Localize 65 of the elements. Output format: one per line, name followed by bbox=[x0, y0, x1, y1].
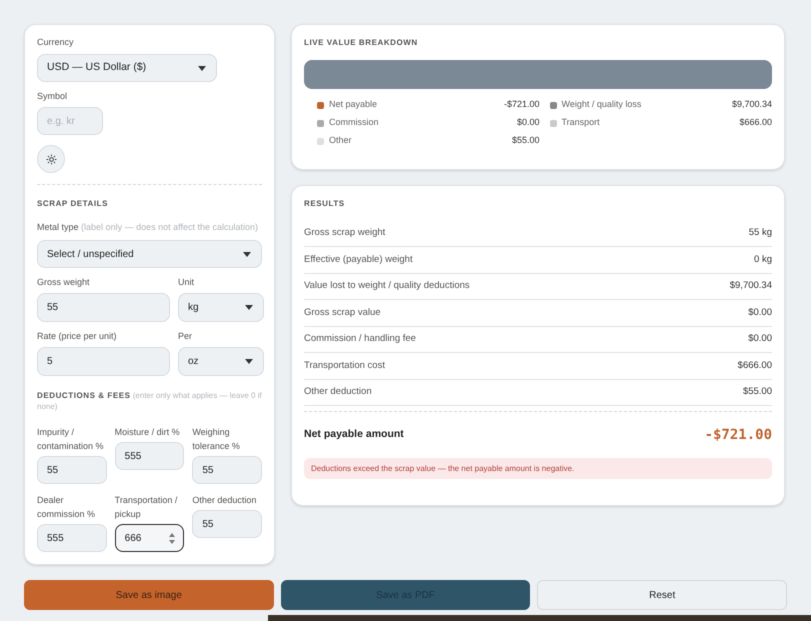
caret-icon bbox=[245, 305, 253, 310]
select-dropdown[interactable]: oz bbox=[178, 347, 264, 376]
input-field[interactable]: 555 bbox=[114, 442, 184, 470]
section-heading: LIVE VALUE BREAKDOWN bbox=[304, 37, 419, 48]
input-field[interactable]: 666 bbox=[114, 524, 184, 552]
result-label: Gross scrap value bbox=[304, 306, 381, 320]
legend-value: $666.00 bbox=[739, 116, 772, 130]
legend-label: Other bbox=[329, 134, 352, 148]
legend-value: -$721.00 bbox=[504, 98, 540, 112]
field-label: Symbol bbox=[37, 90, 68, 103]
field-label: Impurity / contamination % bbox=[37, 426, 105, 453]
result-label: Value lost to weight / quality deductions bbox=[304, 279, 470, 294]
field-label: Dealer commission % bbox=[37, 494, 96, 521]
net-payable-label: Net payable amount bbox=[304, 427, 404, 442]
field-label: Rate (price per unit) bbox=[37, 330, 118, 343]
warning-message: Deductions exceed the scrap value — the net payable amount is negative. bbox=[304, 458, 772, 479]
field-label: Unit bbox=[178, 276, 196, 289]
stepper-arrows-icon bbox=[169, 532, 176, 544]
field-label: Metal type (label only — does not affect the calculation) bbox=[37, 221, 259, 234]
select-dropdown[interactable]: Select / unspecified bbox=[37, 240, 262, 268]
action-button[interactable]: Save as image bbox=[24, 580, 274, 610]
input-field[interactable]: 555 bbox=[37, 524, 107, 552]
result-label: Commission / handling fee bbox=[304, 332, 416, 346]
result-value: 0 kg bbox=[754, 252, 772, 267]
input-field[interactable]: 55 bbox=[37, 293, 170, 322]
result-value: $0.00 bbox=[748, 306, 772, 320]
result-label: Effective (payable) weight bbox=[304, 252, 413, 267]
legend-value: $0.00 bbox=[516, 116, 540, 130]
result-value: $0.00 bbox=[748, 332, 772, 346]
action-button[interactable]: Reset bbox=[537, 580, 787, 610]
legend-value: $55.00 bbox=[512, 134, 540, 148]
field-label: Other deduction bbox=[192, 494, 258, 507]
section-heading: DEDUCTIONS & FEES (enter only what applies — leave 0 if none) bbox=[37, 390, 262, 412]
field-label: Gross weight bbox=[37, 276, 91, 289]
net-payable-value: -$721.00 bbox=[704, 426, 772, 444]
result-label: Other deduction bbox=[304, 385, 372, 400]
result-value: $9,700.34 bbox=[730, 279, 772, 294]
select-dropdown[interactable]: USD — US Dollar ($) bbox=[37, 54, 217, 82]
result-value: $55.00 bbox=[742, 385, 772, 400]
legend-label: Transport bbox=[562, 116, 600, 130]
input-field[interactable]: 55 bbox=[192, 456, 262, 484]
legend-label: Weight / quality loss bbox=[562, 98, 642, 112]
result-value: 55 kg bbox=[748, 226, 772, 240]
sun-icon bbox=[46, 154, 56, 164]
caret-icon bbox=[245, 359, 253, 364]
input-field[interactable]: 55 bbox=[192, 510, 262, 538]
legend-value: $9,700.34 bbox=[732, 98, 772, 112]
theme-toggle-button[interactable] bbox=[37, 145, 65, 173]
caret-icon bbox=[243, 252, 251, 256]
field-label: Transportation / pickup bbox=[114, 494, 178, 521]
field-label: Currency bbox=[37, 36, 75, 49]
field-label: Weighing tolerance % bbox=[192, 426, 241, 453]
select-dropdown[interactable]: kg bbox=[178, 293, 264, 322]
result-label: Transportation cost bbox=[304, 358, 385, 373]
input-field[interactable]: 55 bbox=[37, 456, 107, 484]
field-label: Per bbox=[178, 330, 194, 343]
result-value: $666.00 bbox=[738, 358, 772, 373]
section-heading: SCRAP DETAILS bbox=[37, 198, 109, 209]
section-heading: RESULTS bbox=[304, 198, 346, 209]
caret-icon bbox=[198, 66, 206, 70]
field-label: Moisture / dirt % bbox=[114, 426, 181, 439]
legend-label: Commission bbox=[329, 116, 379, 130]
input-field[interactable]: 5 bbox=[37, 347, 170, 376]
legend-label: Net payable bbox=[329, 98, 378, 112]
result-label: Gross scrap weight bbox=[304, 226, 386, 240]
